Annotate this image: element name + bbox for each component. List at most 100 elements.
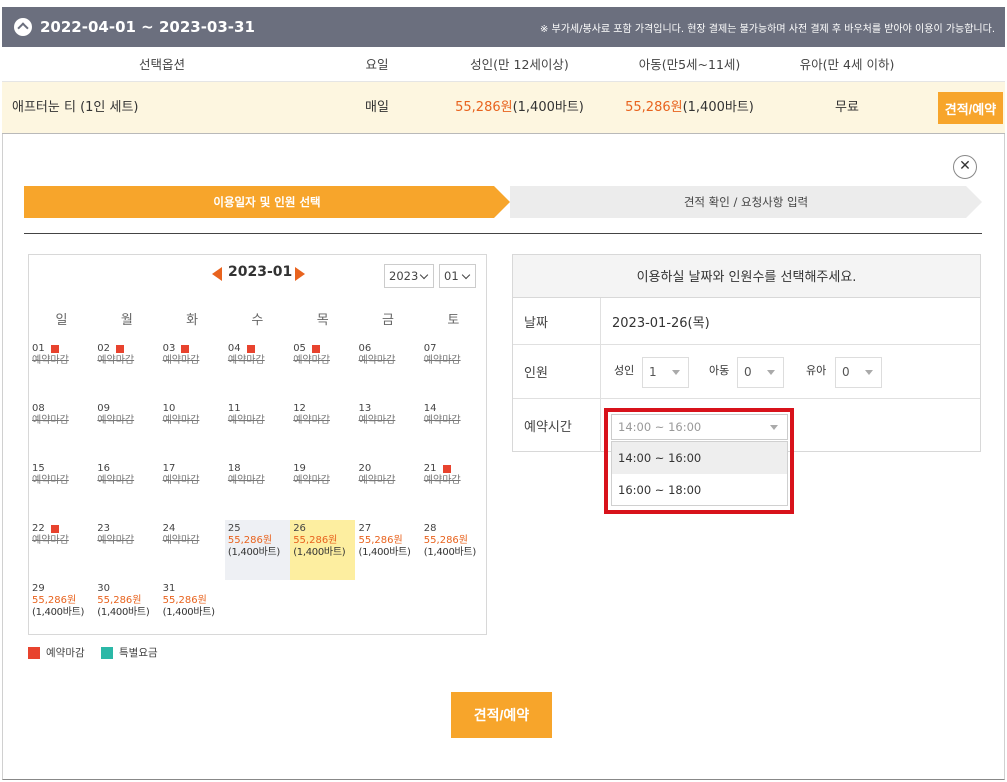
day-number: 30 [97, 583, 159, 595]
weekday-label: 수 [251, 313, 264, 328]
day-number-text: 02 [97, 343, 111, 354]
adult-price-baht: (1,400바트) [512, 100, 584, 115]
day-price-baht: (1,400바트) [293, 547, 346, 558]
step-select-date: 이용일자 및 인원 선택 [24, 186, 510, 218]
closed-marker [442, 465, 451, 473]
day-price: 55,286원 [97, 595, 142, 606]
calendar-header: 2023-01 2023 01 [29, 255, 486, 295]
day-number-text: 06 [358, 343, 372, 354]
option-estimate-button[interactable]: 견적/예약 [938, 92, 1003, 124]
year-select[interactable]: 2023 [384, 264, 434, 288]
header-child: 아동(만5세~11세) [638, 57, 741, 72]
closed-marker [50, 345, 59, 353]
day-status: 예약마감 [293, 355, 330, 366]
day-number-text: 28 [423, 523, 437, 534]
next-month-icon[interactable] [295, 267, 305, 281]
child-label: 아동 [709, 364, 730, 377]
calendar-day: 11 예약마감 [225, 400, 290, 460]
adult-price: 55,286원(1,400바트) [442, 82, 597, 134]
day-number-text: 24 [162, 523, 176, 534]
day-number-text: 31 [162, 583, 176, 594]
header-day: 요일 [365, 57, 389, 72]
calendar-day: 08 예약마감 [29, 400, 94, 460]
day-number: 17 [163, 463, 225, 475]
weekday-label: 화 [186, 313, 199, 328]
day-status: 예약마감 [162, 475, 200, 486]
time-label: 예약시간 [513, 399, 601, 452]
infant-price: 무료 [835, 100, 859, 115]
day-number: 31 [163, 583, 225, 595]
day-number: 23 [97, 523, 159, 535]
day-price: 55,286원 [293, 535, 338, 546]
calendar-day: 16 예약마감 [94, 460, 159, 520]
day-number-text: 10 [162, 403, 176, 414]
day-price-baht: (1,400바트) [32, 607, 85, 618]
day-number: 01 [32, 343, 94, 355]
calendar-day: 22 예약마감 [29, 520, 94, 580]
calendar-day: 20 예약마감 [356, 460, 421, 520]
calendar-day: 15 예약마감 [29, 460, 94, 520]
infant-count-select[interactable]: 0 [835, 357, 882, 388]
date-row: 날짜 2023-01-26(목) [513, 298, 980, 345]
day-price: 55,286원 [423, 535, 468, 546]
day-status: 예약마감 [423, 355, 461, 366]
day-status: 예약마감 [162, 355, 200, 366]
day-number-text: 19 [293, 463, 306, 474]
day-number: 03 [163, 343, 225, 355]
calendar-day[interactable]: 28 55,286원 (1,400바트) [421, 520, 486, 580]
month-select[interactable]: 01 [439, 264, 476, 288]
adult-count-select[interactable]: 1 [642, 357, 689, 388]
people-row: 인원 성인 1 아동 0 유아 0 [513, 345, 980, 399]
day-number: 28 [424, 523, 486, 535]
day-price-baht: (1,400바트) [227, 547, 281, 558]
day-price: 55,286원 [32, 595, 77, 606]
calendar-day[interactable]: 30 55,286원 (1,400바트) [94, 580, 159, 640]
calendar-day[interactable]: 31 55,286원 (1,400바트) [160, 580, 225, 640]
day-status: 예약마감 [97, 355, 135, 366]
day-number: 07 [424, 343, 486, 355]
closed-marker [246, 345, 255, 353]
calendar-day: 07 예약마감 [421, 340, 486, 400]
option-name: 애프터눈 티 (1인 세트) [12, 100, 139, 115]
close-icon[interactable]: ✕ [953, 155, 977, 179]
day-status: 예약마감 [293, 415, 330, 426]
calendar-day[interactable]: 29 55,286원 (1,400바트) [29, 580, 94, 640]
day-number: 24 [163, 523, 225, 535]
calendar-day[interactable]: 27 55,286원 (1,400바트) [356, 520, 421, 580]
day-number: 11 [228, 403, 290, 415]
date-range: 2022-04-01 ~ 2023-03-31 [40, 18, 255, 36]
chevron-up-icon[interactable] [14, 18, 32, 36]
day-number: 22 [32, 523, 94, 535]
day-number: 29 [32, 583, 94, 595]
day-number: 15 [32, 463, 94, 475]
day-number-text: 07 [423, 343, 437, 354]
day-number-text: 20 [358, 463, 372, 474]
day-price-baht: (1,400바트) [423, 547, 476, 558]
calendar-day: 24 예약마감 [160, 520, 225, 580]
closed-marker [50, 525, 59, 533]
booking-info-title: 이용하실 날짜와 인원수를 선택해주세요. [513, 255, 980, 298]
day-number-text: 14 [423, 403, 437, 414]
day-status: 예약마감 [97, 475, 135, 486]
price-notice: ※ 부가세/봉사료 포함 가격입니다. 현장 결제는 불가능하며 사전 결제 후… [539, 23, 995, 35]
prev-month-icon[interactable] [212, 267, 222, 281]
day-number-text: 15 [32, 463, 45, 474]
highlight-box [604, 408, 794, 514]
special-swatch [101, 646, 113, 659]
closed-marker [116, 345, 125, 353]
estimate-booking-button[interactable]: 견적/예약 [451, 692, 552, 738]
child-count-select[interactable]: 0 [737, 357, 784, 388]
calendar-day[interactable]: 26 55,286원 (1,400바트) [290, 520, 356, 580]
divider [24, 233, 982, 234]
calendar-day[interactable]: 25 55,286원 (1,400바트) [224, 520, 290, 580]
day-status: 예약마감 [97, 415, 135, 426]
day-status: 예약마감 [423, 415, 461, 426]
day-number-text: 09 [97, 403, 111, 414]
day-number-text: 05 [293, 343, 306, 354]
day-number: 06 [359, 343, 421, 355]
legend-closed: 예약마감 [28, 645, 85, 660]
date-label: 날짜 [513, 298, 601, 344]
child-price-baht: (1,400바트) [682, 100, 754, 115]
calendar-day: 18 예약마감 [225, 460, 290, 520]
calendar-day: 12 예약마감 [290, 400, 355, 460]
